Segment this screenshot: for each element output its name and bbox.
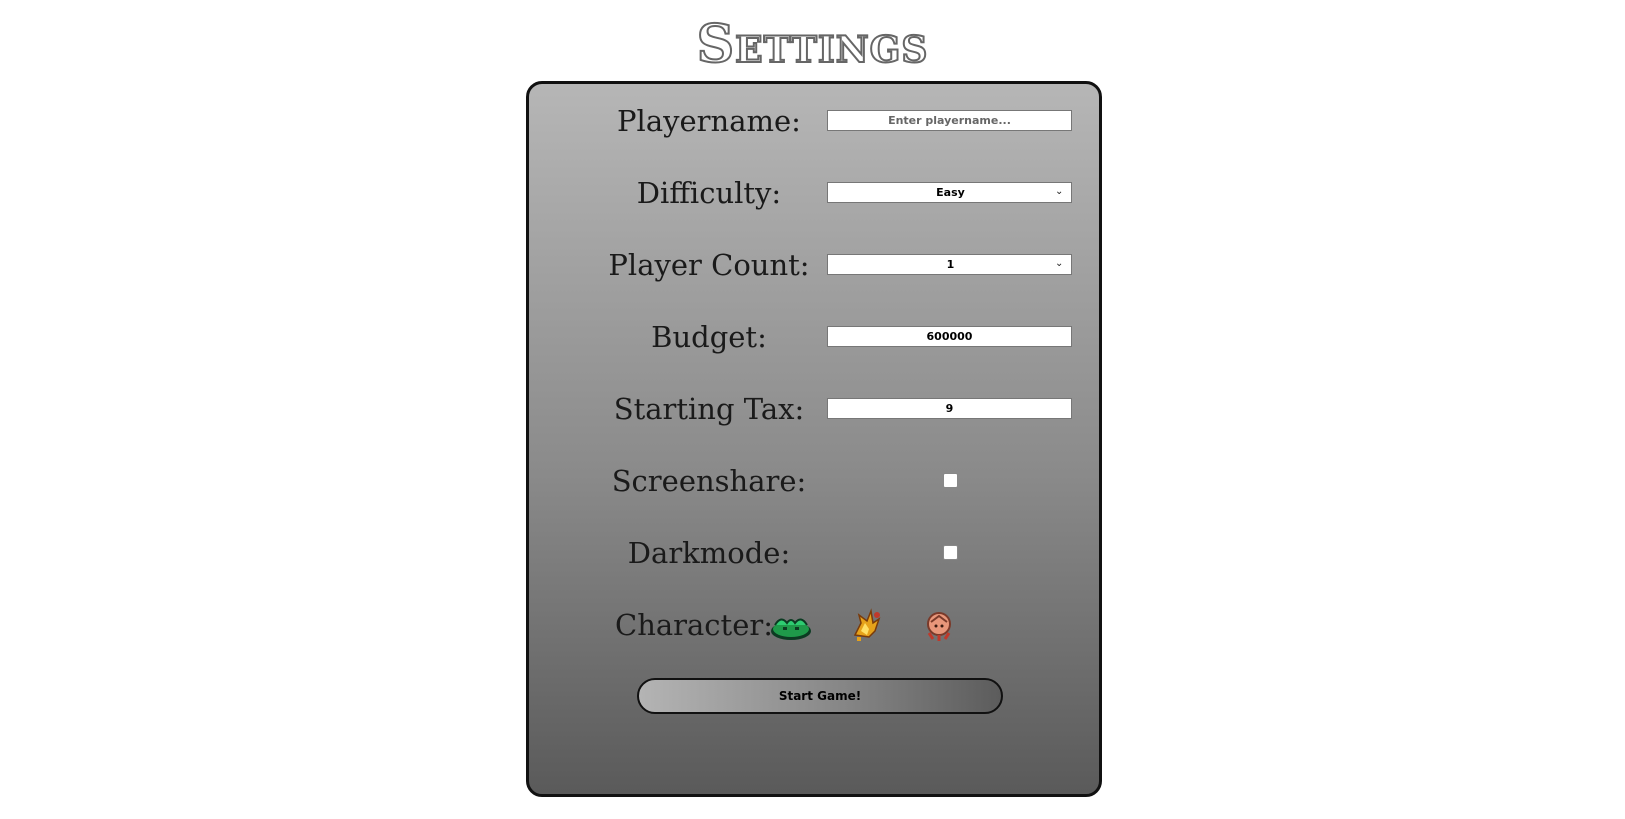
- difficulty-row: Difficulty: Easy ⌄: [529, 173, 1105, 213]
- player-count-selected-value: 1: [946, 258, 955, 271]
- playername-row: Playername:: [529, 101, 1105, 141]
- playername-input[interactable]: [827, 110, 1072, 131]
- chevron-down-icon: ⌄: [1055, 258, 1064, 269]
- playername-label: Playername:: [617, 104, 801, 138]
- screenshare-checkbox[interactable]: [943, 473, 958, 488]
- player-count-select[interactable]: 1 ⌄: [827, 254, 1072, 275]
- player-count-label: Player Count:: [608, 248, 810, 282]
- starting-tax-input[interactable]: [827, 398, 1072, 419]
- darkmode-label: Darkmode:: [627, 536, 791, 570]
- player-count-select-box: 1 ⌄: [827, 254, 1072, 275]
- shell-creature-character-icon[interactable]: [915, 605, 963, 645]
- chevron-down-icon: ⌄: [1055, 186, 1064, 197]
- budget-row: Budget:: [529, 317, 1105, 357]
- character-row: Character:: [529, 605, 1105, 645]
- screenshare-label: Screenshare:: [611, 464, 807, 498]
- settings-panel: Playername: Difficulty: Easy ⌄ Player Co…: [526, 81, 1102, 797]
- start-game-button[interactable]: Start Game!: [637, 678, 1003, 714]
- budget-label: Budget:: [651, 320, 767, 354]
- player-count-row: Player Count: 1 ⌄: [529, 245, 1105, 285]
- screenshare-row: Screenshare:: [529, 461, 1105, 501]
- page-title: Settings: [696, 13, 929, 76]
- darkmode-checkbox[interactable]: [943, 545, 958, 560]
- budget-input[interactable]: [827, 326, 1072, 347]
- difficulty-label: Difficulty:: [636, 176, 782, 210]
- starting-tax-row: Starting Tax:: [529, 389, 1105, 429]
- difficulty-select-box: Easy ⌄: [827, 182, 1072, 203]
- green-slime-character-icon[interactable]: [767, 605, 815, 645]
- difficulty-selected-value: Easy: [936, 186, 965, 199]
- darkmode-row: Darkmode:: [529, 533, 1105, 573]
- fire-character-icon[interactable]: [841, 605, 889, 645]
- starting-tax-label: Starting Tax:: [613, 392, 805, 426]
- difficulty-select[interactable]: Easy ⌄: [827, 182, 1072, 203]
